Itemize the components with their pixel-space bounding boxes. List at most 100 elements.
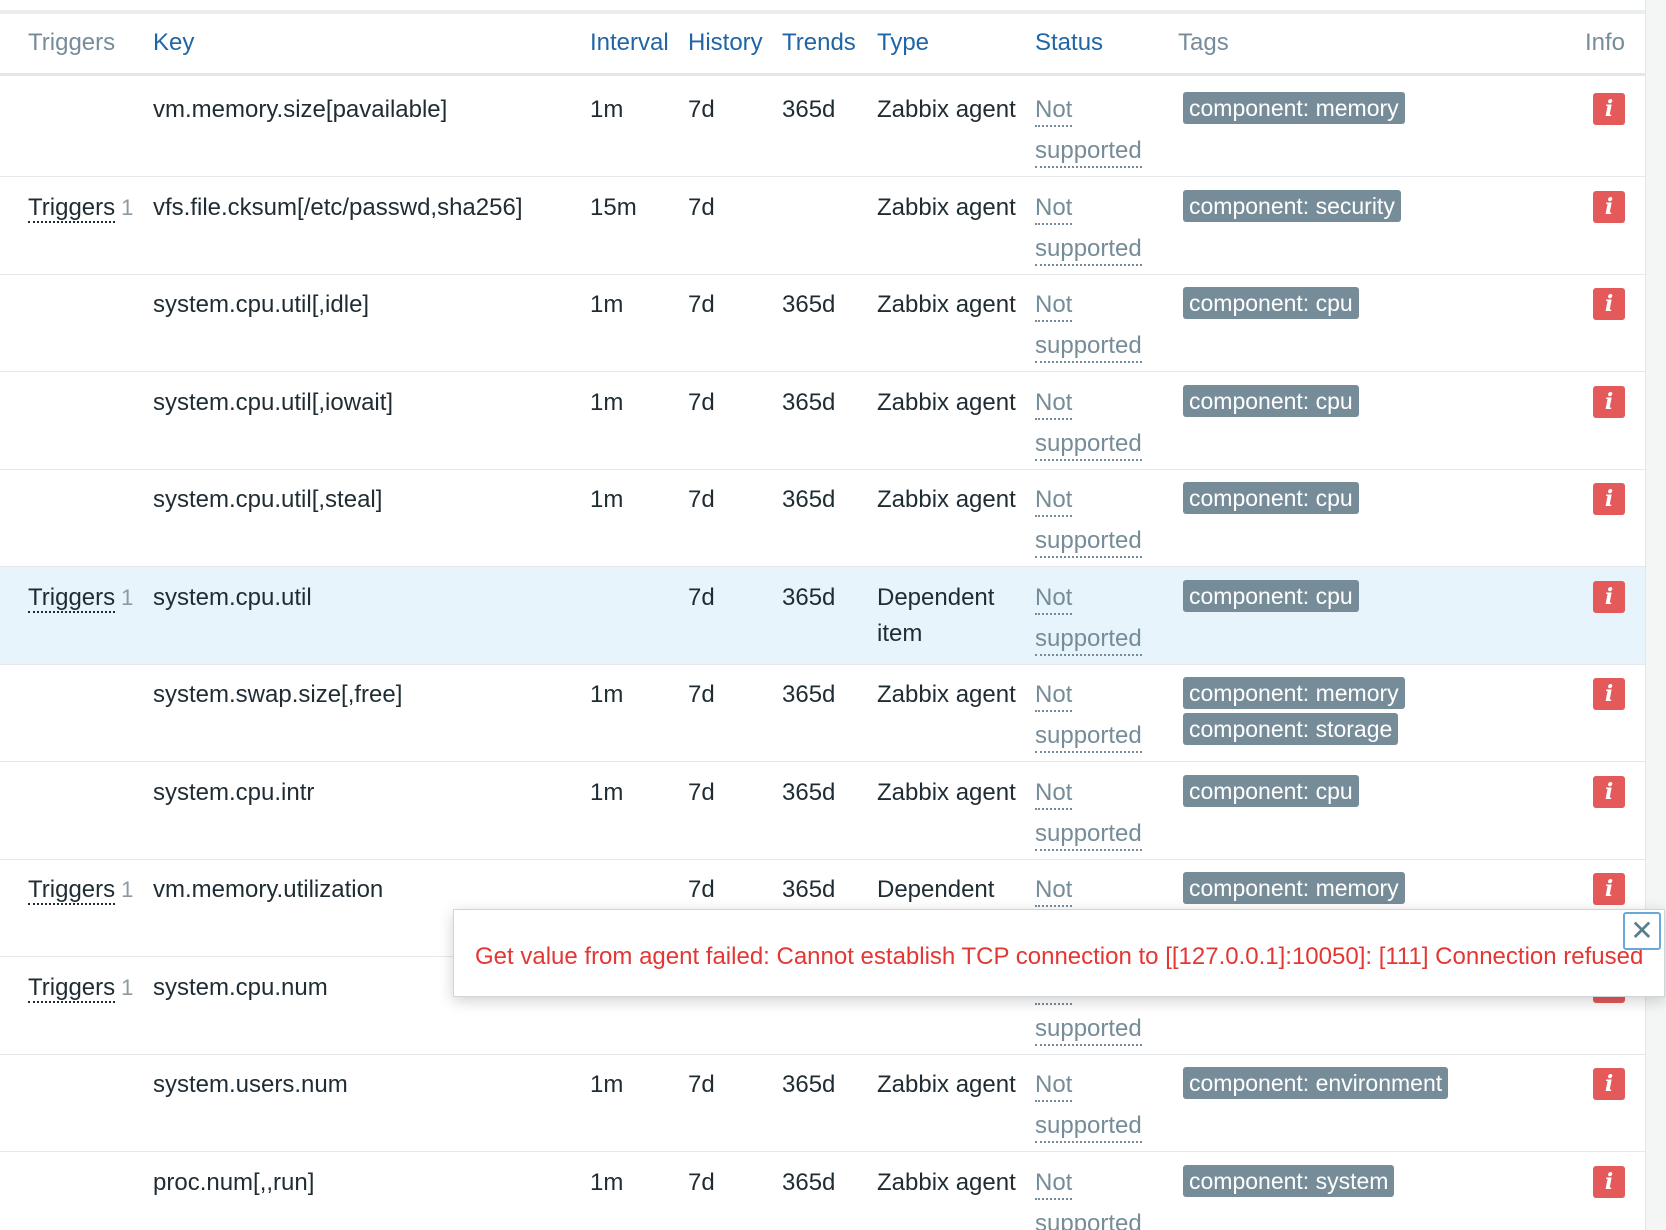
info-error-icon[interactable]: i xyxy=(1593,191,1625,223)
item-type: Zabbix agent xyxy=(877,1071,1016,1098)
triggers-link[interactable]: Triggers xyxy=(28,974,116,1003)
tag-badge[interactable]: component: environment xyxy=(1183,1067,1449,1099)
status-not-supported[interactable]: Not supported xyxy=(1035,482,1155,564)
status-not-supported[interactable]: Not supported xyxy=(1035,190,1155,272)
col-trends[interactable]: Trends xyxy=(782,28,856,58)
status-line: Not xyxy=(1035,485,1073,517)
info-error-icon[interactable]: i xyxy=(1593,873,1625,905)
status-line: supported xyxy=(1035,526,1142,558)
tag-badge[interactable]: component: memory xyxy=(1183,92,1405,124)
item-history: 7d xyxy=(688,1071,715,1098)
table-row: system.cpu.util[,steal] 1m 7d 365d Zabbix ag… xyxy=(0,469,1645,567)
status-line: Not xyxy=(1035,1168,1073,1200)
triggers-link[interactable]: Triggers xyxy=(28,194,116,223)
item-key: system.cpu.intr xyxy=(153,779,315,806)
item-key: system.users.num xyxy=(153,1071,348,1098)
triggers-cell: Triggers 1 xyxy=(28,580,133,616)
table-row: Triggers 1 vfs.file.cksum[/etc/passwd,sha2… xyxy=(0,177,1645,275)
item-interval: 1m xyxy=(590,1169,624,1196)
item-type: Zabbix agent xyxy=(877,389,1016,416)
item-history: 7d xyxy=(688,681,715,708)
col-interval[interactable]: Interval xyxy=(590,28,669,58)
table-row: Triggers 1 system.cpu.util 7d 365d Dependent … xyxy=(0,567,1645,665)
tag-badge[interactable]: component: cpu xyxy=(1183,580,1359,612)
tag-badge[interactable]: component: cpu xyxy=(1183,287,1359,319)
tag-badge[interactable]: component: cpu xyxy=(1183,385,1359,417)
table-row: system.cpu.intr 1m 7d 365d Zabbix agent Not su… xyxy=(0,762,1645,860)
item-history: 7d xyxy=(688,1169,715,1196)
status-line: supported xyxy=(1035,1014,1142,1046)
status-line: Not xyxy=(1035,875,1073,907)
status-line: supported xyxy=(1035,721,1142,753)
status-not-supported[interactable]: Not supported xyxy=(1035,385,1155,467)
status-not-supported[interactable]: Not supported xyxy=(1035,92,1155,174)
item-key: vm.memory.utilization xyxy=(153,876,384,903)
status-not-supported[interactable]: Not supported xyxy=(1035,677,1155,759)
tag-badge[interactable]: component: system xyxy=(1183,1165,1395,1197)
status-not-supported[interactable]: Not supported xyxy=(1035,1165,1155,1230)
tags-cell: component: system xyxy=(1183,1165,1395,1201)
tag-badge[interactable]: component: security xyxy=(1183,190,1401,222)
info-error-icon[interactable]: i xyxy=(1593,93,1625,125)
tag-badge[interactable]: component: memory xyxy=(1183,677,1405,709)
info-error-icon[interactable]: i xyxy=(1593,386,1625,418)
tag-badge[interactable]: component: memory xyxy=(1183,872,1405,904)
item-interval: 1m xyxy=(590,291,624,318)
status-line: supported xyxy=(1035,429,1142,461)
info-error-icon[interactable]: i xyxy=(1593,1068,1625,1100)
status-not-supported[interactable]: Not supported xyxy=(1035,580,1155,662)
item-interval: 1m xyxy=(590,486,624,513)
item-history: 7d xyxy=(688,291,715,318)
error-message: Get value from agent failed: Cannot esta… xyxy=(475,943,1644,970)
status-line: Not xyxy=(1035,95,1073,127)
item-trends: 365d xyxy=(782,1071,836,1098)
item-trends: 365d xyxy=(782,486,836,513)
triggers-link[interactable]: Triggers xyxy=(28,876,116,905)
info-error-icon[interactable]: i xyxy=(1593,483,1625,515)
col-key[interactable]: Key xyxy=(153,28,194,58)
vertical-scrollbar[interactable] xyxy=(1645,0,1666,1230)
status-line: Not xyxy=(1035,680,1073,712)
table-row: system.swap.size[,free] 1m 7d 365d Zabbix ag… xyxy=(0,664,1645,762)
col-history[interactable]: History xyxy=(688,28,763,58)
item-key: vm.memory.size[pavailable] xyxy=(153,96,448,123)
item-trends: 365d xyxy=(782,876,836,903)
tag-badge[interactable]: component: cpu xyxy=(1183,775,1359,807)
info-error-icon[interactable]: i xyxy=(1593,581,1625,613)
item-key: system.cpu.util[,iowait] xyxy=(153,389,394,416)
triggers-link[interactable]: Triggers xyxy=(28,584,116,613)
info-error-icon[interactable]: i xyxy=(1593,678,1625,710)
tags-cell: component: cpu xyxy=(1183,287,1359,323)
tag-badge[interactable]: component: storage xyxy=(1183,713,1399,745)
info-error-icon[interactable]: i xyxy=(1593,288,1625,320)
item-key: system.cpu.util xyxy=(153,584,312,611)
item-interval: 1m xyxy=(590,389,624,416)
status-line: Not xyxy=(1035,290,1073,322)
status-not-supported[interactable]: Not supported xyxy=(1035,287,1155,369)
close-icon[interactable]: ✕ xyxy=(1623,912,1661,950)
info-error-icon[interactable]: i xyxy=(1593,1166,1625,1198)
table-row: proc.num[,,run] 1m 7d 365d Zabbix agent Not su… xyxy=(0,1152,1645,1230)
triggers-cell: Triggers 1 xyxy=(28,190,133,226)
status-not-supported[interactable]: Not supported xyxy=(1035,775,1155,857)
tags-cell: component: cpu xyxy=(1183,482,1359,518)
col-type[interactable]: Type xyxy=(877,28,929,58)
tags-cell: component: cpu xyxy=(1183,580,1359,616)
info-error-icon[interactable]: i xyxy=(1593,776,1625,808)
item-trends: 365d xyxy=(782,96,836,123)
item-trends: 365d xyxy=(782,584,836,611)
item-interval: 1m xyxy=(590,96,624,123)
item-interval: 1m xyxy=(590,779,624,806)
tags-cell: component: memory xyxy=(1183,92,1405,128)
col-status[interactable]: Status xyxy=(1035,28,1103,58)
status-line: supported xyxy=(1035,1111,1142,1143)
col-info: Info xyxy=(1585,29,1626,56)
item-history: 7d xyxy=(688,389,715,416)
tag-badge[interactable]: component: cpu xyxy=(1183,482,1359,514)
status-not-supported[interactable]: Not supported xyxy=(1035,1067,1155,1149)
table-row: system.cpu.util[,iowait] 1m 7d 365d Zabbix a… xyxy=(0,372,1645,470)
item-trends: 365d xyxy=(782,1169,836,1196)
col-triggers: Triggers xyxy=(28,29,116,56)
status-line: Not xyxy=(1035,778,1073,810)
item-interval: 1m xyxy=(590,1071,624,1098)
